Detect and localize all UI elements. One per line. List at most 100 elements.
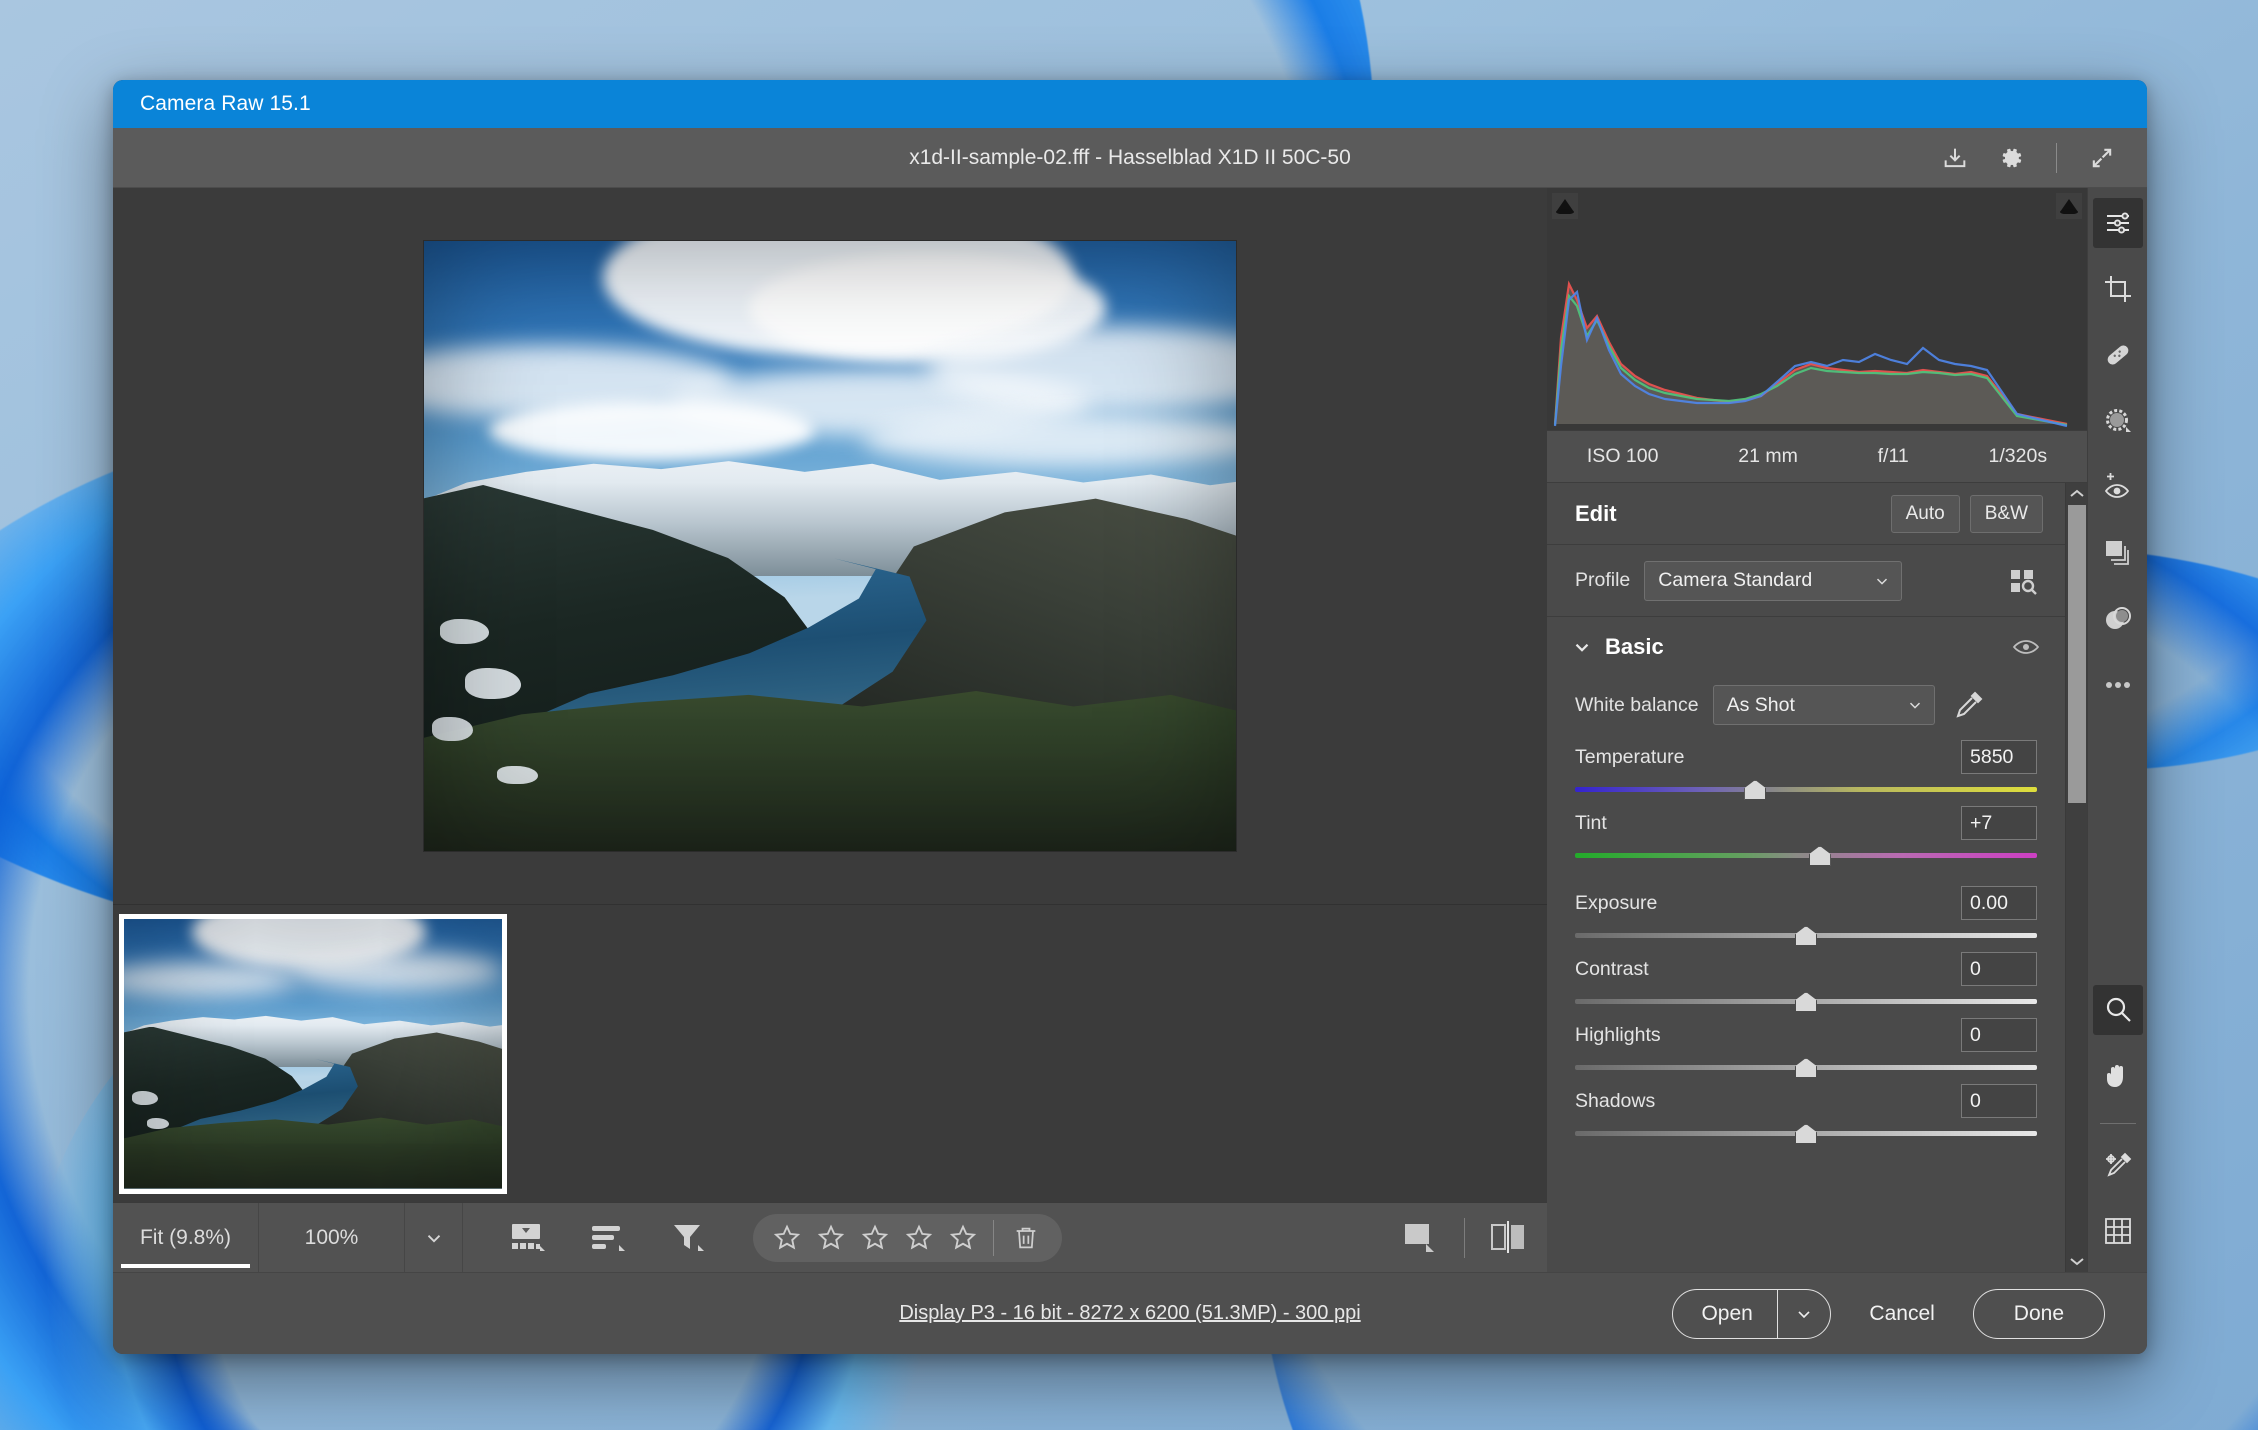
sort-list-icon[interactable]: [585, 1217, 631, 1259]
profile-browser-icon[interactable]: [2003, 562, 2043, 600]
bw-button[interactable]: B&W: [1969, 494, 2043, 533]
exif-aperture: f/11: [1877, 445, 1909, 467]
camera-raw-window: Camera Raw 15.1 x1d-II-sample-02.fff - H…: [113, 80, 2147, 1354]
healing-brush-tool[interactable]: [2093, 330, 2143, 380]
more-options-tool[interactable]: [2093, 660, 2143, 710]
open-dropdown-chevron-icon[interactable]: [1778, 1304, 1830, 1324]
color-sampler-tool[interactable]: [2093, 1140, 2143, 1190]
auto-button[interactable]: Auto: [1890, 494, 1960, 533]
slider-label: Tint: [1575, 811, 1607, 834]
white-balance-select[interactable]: As Shot: [1712, 685, 1935, 725]
presets-tool[interactable]: [2093, 594, 2143, 644]
chevron-down-icon: [1909, 702, 1920, 709]
slider-value-field[interactable]: 0: [1961, 1018, 2037, 1052]
edit-panel-header: Edit Auto B&W: [1547, 483, 2065, 545]
bottom-toolbar: Fit (9.8%) 100%: [113, 1202, 1547, 1273]
eye-icon[interactable]: [2009, 632, 2043, 662]
star-rating-3[interactable]: [853, 1216, 897, 1260]
grid-overlay-tool[interactable]: [2093, 1206, 2143, 1256]
masking-tool[interactable]: [2093, 396, 2143, 446]
slider-label: Highlights: [1575, 1023, 1661, 1046]
edit-title: Edit: [1575, 500, 1617, 526]
star-rating-4[interactable]: [897, 1216, 941, 1260]
profile-select[interactable]: Camera Standard: [1644, 560, 1903, 601]
slider-handle[interactable]: [1795, 1124, 1817, 1144]
filmstrip-view-icon[interactable]: [505, 1217, 551, 1259]
done-button[interactable]: Done: [1972, 1288, 2105, 1339]
star-rating-2[interactable]: [809, 1216, 853, 1260]
slider-value-field[interactable]: +7: [1961, 806, 2037, 840]
image-canvas[interactable]: [113, 188, 1547, 904]
slider-value-field[interactable]: 5850: [1961, 740, 2037, 774]
zoom-level-button[interactable]: 100%: [259, 1202, 405, 1273]
scrollbar-thumb[interactable]: [2067, 505, 2086, 803]
zoom-tool[interactable]: [2092, 985, 2143, 1035]
single-view-icon[interactable]: [1390, 1210, 1452, 1266]
snapshots-tool[interactable]: [2093, 528, 2143, 578]
slider-label: Contrast: [1575, 957, 1649, 980]
exif-focal-length: 21 mm: [1738, 445, 1798, 467]
slider-track[interactable]: [1575, 846, 2037, 866]
slider-handle[interactable]: [1795, 1058, 1817, 1078]
crop-tool[interactable]: [2093, 264, 2143, 314]
star-rating-5[interactable]: [941, 1216, 985, 1260]
tool-rail: [2087, 188, 2147, 1272]
exif-info-row: ISO 100 21 mm f/11 1/320s: [1547, 431, 2087, 483]
slider-value-field[interactable]: 0: [1961, 1084, 2037, 1118]
star-rating-1[interactable]: [765, 1216, 809, 1260]
slider-label: Exposure: [1575, 891, 1658, 914]
scrollbar-track[interactable]: [2066, 505, 2088, 1250]
slider-handle[interactable]: [1744, 780, 1767, 800]
red-eye-tool[interactable]: [2093, 462, 2143, 512]
save-download-icon[interactable]: [1938, 141, 1972, 175]
scroll-down-icon[interactable]: [2066, 1250, 2088, 1272]
highlight-clipping-indicator[interactable]: [2056, 193, 2082, 219]
scroll-up-icon[interactable]: [2066, 483, 2088, 505]
trash-icon[interactable]: [1002, 1216, 1050, 1260]
slider-handle[interactable]: [1808, 846, 1831, 866]
edit-panel-tool[interactable]: [2092, 198, 2143, 248]
filmstrip: [113, 904, 1547, 1202]
histogram[interactable]: [1547, 188, 2087, 431]
preview-image[interactable]: [424, 241, 1236, 851]
chevron-down-icon: [1575, 643, 1589, 652]
exif-shutter-speed: 1/320s: [1988, 445, 2048, 467]
slider-value-field[interactable]: 0: [1961, 952, 2037, 986]
open-button[interactable]: Open: [1673, 1302, 1776, 1326]
shadow-clipping-indicator[interactable]: [1552, 193, 1578, 219]
filmstrip-thumbnail[interactable]: [119, 913, 507, 1194]
slider-shadows: Shadows 0: [1547, 1077, 2065, 1144]
filter-funnel-icon[interactable]: [665, 1217, 711, 1259]
slider-value-field[interactable]: 0.00: [1961, 886, 2037, 920]
file-info-label: x1d-II-sample-02.fff - Hasselblad X1D II…: [909, 145, 1351, 169]
expand-arrows-icon[interactable]: [2085, 141, 2119, 175]
gear-icon[interactable]: [1994, 141, 2028, 175]
slider-track[interactable]: [1575, 926, 2037, 946]
window-title-bar: Camera Raw 15.1: [113, 80, 2147, 128]
basic-title: Basic: [1605, 634, 1664, 659]
slider-track[interactable]: [1575, 992, 2037, 1012]
chevron-down-icon[interactable]: [405, 1202, 463, 1273]
open-button-group: Open: [1672, 1288, 1832, 1339]
chevron-down-icon: [1877, 578, 1888, 585]
before-after-view-icon[interactable]: [1477, 1210, 1539, 1266]
hand-tool[interactable]: [2093, 1051, 2143, 1101]
slider-handle[interactable]: [1795, 926, 1817, 946]
exif-iso: ISO 100: [1586, 445, 1659, 467]
white-balance-eyedropper-icon[interactable]: [1949, 686, 1989, 724]
basic-section-header[interactable]: Basic: [1547, 617, 2065, 677]
cancel-button[interactable]: Cancel: [1857, 1302, 1946, 1326]
slider-track[interactable]: [1575, 1058, 2037, 1078]
slider-highlights: Highlights 0: [1547, 1011, 2065, 1078]
slider-handle[interactable]: [1795, 992, 1817, 1012]
slider-track[interactable]: [1575, 780, 2037, 800]
slider-track[interactable]: [1575, 1124, 2037, 1144]
fit-zoom-button[interactable]: Fit (9.8%): [113, 1202, 259, 1273]
slider-exposure: Exposure 0.00: [1547, 879, 2065, 946]
header-divider: [2056, 142, 2057, 173]
profile-label: Profile: [1575, 569, 1631, 591]
window-title: Camera Raw 15.1: [140, 92, 311, 115]
white-balance-row: White balance As Shot: [1547, 677, 2065, 733]
slider-temperature: Temperature 5850: [1547, 733, 2065, 800]
panel-scrollbar[interactable]: [2065, 483, 2087, 1272]
